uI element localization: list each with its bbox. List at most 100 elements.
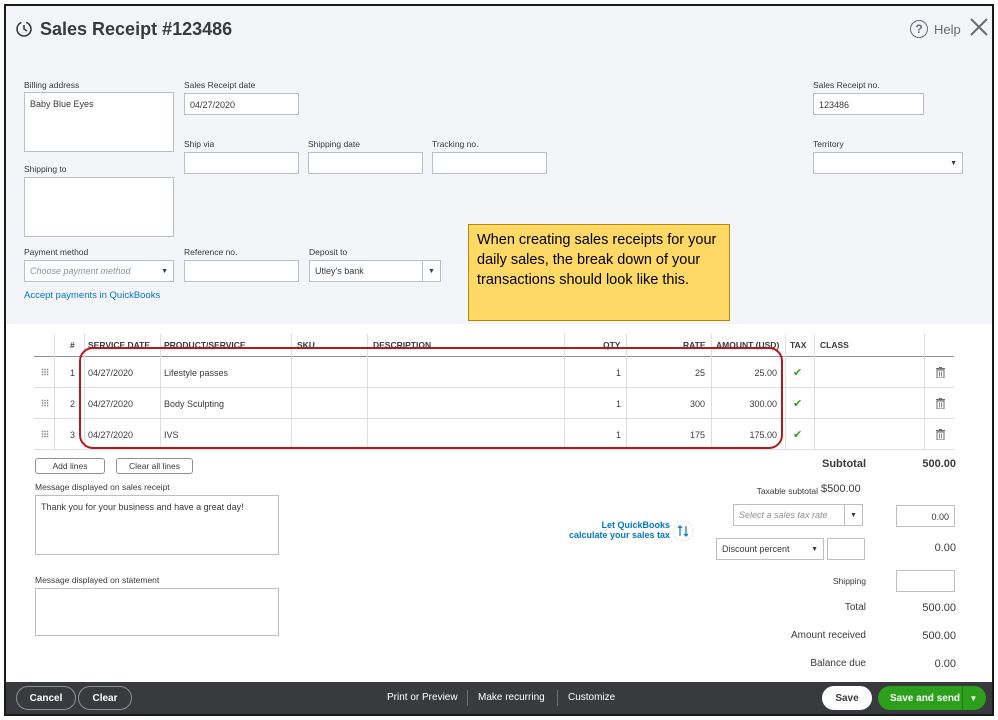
- accept-payments-link[interactable]: Accept payments in QuickBooks: [24, 290, 160, 301]
- total-label: Total: [844, 602, 866, 613]
- chevron-down-icon: ▼: [950, 159, 957, 167]
- ship-via-label: Ship via: [184, 139, 215, 149]
- row-num: 2: [70, 399, 76, 409]
- chevron-down-icon: ▼: [844, 505, 862, 525]
- let-qb-line1: Let QuickBooks: [601, 520, 670, 530]
- payment-method-label: Payment method: [24, 247, 89, 257]
- drag-handle-icon[interactable]: [41, 399, 49, 407]
- row-num: 3: [70, 430, 76, 440]
- trash-icon[interactable]: [936, 367, 945, 378]
- tax-calculate-icon[interactable]: [672, 520, 694, 542]
- footer-separator: [467, 690, 468, 706]
- save-and-send-label: Save and send: [890, 692, 961, 704]
- amount-received-label: Amount received: [790, 630, 866, 641]
- sales-tax-value-input[interactable]: 0.00: [896, 505, 955, 527]
- balance-due-label: Balance due: [810, 658, 866, 669]
- add-lines-button[interactable]: Add lines: [35, 458, 105, 474]
- col-header-tax: TAX: [790, 340, 807, 350]
- subtotal-value: 500.00: [922, 458, 956, 470]
- receipt-message-input[interactable]: Thank you for your business and have a g…: [35, 495, 279, 555]
- check-icon[interactable]: ✔: [793, 428, 802, 441]
- reference-no-input[interactable]: [184, 260, 299, 282]
- reference-no-label: Reference no.: [184, 247, 238, 257]
- payment-method-placeholder: Choose payment method: [30, 266, 131, 276]
- customize-button[interactable]: Customize: [568, 692, 615, 703]
- save-and-send-button[interactable]: Save and send ▼: [878, 686, 986, 710]
- drag-handle-icon[interactable]: [41, 430, 49, 438]
- total-value: 500.00: [922, 602, 956, 614]
- clear-all-lines-button[interactable]: Clear all lines: [116, 458, 193, 474]
- footer-bar: Cancel Clear Print or Preview Make recur…: [6, 682, 992, 714]
- check-icon[interactable]: ✔: [793, 397, 802, 410]
- subtotal-label: Subtotal: [822, 458, 866, 470]
- chevron-down-icon[interactable]: ▼: [962, 686, 984, 710]
- territory-label: Territory: [813, 139, 844, 149]
- sales-receipt-window: Sales Receipt #123486 ? Help Billing add…: [4, 4, 994, 716]
- shipping-to-input[interactable]: [24, 177, 174, 237]
- deposit-to-value: Utley's bank: [315, 266, 364, 276]
- sales-tax-rate-select[interactable]: Select a sales tax rate ▼: [733, 504, 863, 526]
- billing-address-input[interactable]: Baby Blue Eyes: [24, 92, 174, 152]
- tracking-no-input[interactable]: [432, 152, 547, 174]
- shipping-to-label: Shipping to: [24, 164, 67, 174]
- ship-via-input[interactable]: [184, 152, 299, 174]
- row-divider: [34, 449, 954, 450]
- clear-button[interactable]: Clear: [78, 686, 132, 710]
- tracking-no-label: Tracking no.: [432, 139, 479, 149]
- history-icon[interactable]: [14, 19, 34, 39]
- help-label: Help: [934, 21, 961, 37]
- discount-type-value: Discount percent: [722, 544, 790, 554]
- receipt-message-label: Message displayed on sales receipt: [35, 482, 170, 492]
- help-button[interactable]: ? Help: [910, 20, 961, 38]
- col-header-num: #: [70, 340, 75, 350]
- taxable-subtotal-value: $500.00: [821, 483, 861, 495]
- taxable-subtotal-label: Taxable subtotal: [756, 486, 818, 496]
- statement-message-input[interactable]: [35, 588, 279, 636]
- footer-separator: [557, 690, 558, 706]
- discount-value-input[interactable]: [827, 538, 865, 560]
- chevron-down-icon: ▼: [422, 261, 440, 281]
- cancel-button[interactable]: Cancel: [16, 686, 76, 710]
- sales-receipt-no-label: Sales Receipt no.: [813, 80, 880, 90]
- discount-type-select[interactable]: Discount percent ▼: [716, 538, 824, 560]
- close-icon[interactable]: [968, 16, 990, 38]
- line-items-highlight: [79, 347, 783, 449]
- help-icon: ?: [910, 20, 928, 38]
- save-button[interactable]: Save: [822, 686, 872, 710]
- shipping-date-input[interactable]: [308, 152, 423, 174]
- billing-address-label: Billing address: [24, 80, 80, 90]
- annotation-callout: When creating sales receipts for your da…: [468, 224, 730, 321]
- deposit-to-select[interactable]: Utley's bank ▼: [309, 260, 441, 282]
- page-title: Sales Receipt #123486: [40, 19, 233, 39]
- shipping-date-label: Shipping date: [308, 139, 360, 149]
- col-divider: [785, 334, 786, 449]
- trash-icon[interactable]: [936, 398, 945, 409]
- drag-handle-icon[interactable]: [41, 368, 49, 376]
- col-divider: [54, 334, 55, 449]
- amount-received-value: 500.00: [922, 630, 956, 642]
- payment-method-select[interactable]: Choose payment method ▼: [24, 260, 174, 282]
- make-recurring-button[interactable]: Make recurring: [478, 692, 545, 703]
- sales-receipt-date-input[interactable]: 04/27/2020: [184, 93, 299, 115]
- let-qb-line2: calculate your sales tax: [568, 530, 670, 540]
- shipping-input[interactable]: [896, 570, 955, 592]
- row-num: 1: [70, 368, 76, 378]
- col-divider: [924, 334, 925, 449]
- sales-tax-rate-placeholder: Select a sales tax rate: [739, 510, 828, 520]
- discount-amount-value: 0.00: [934, 542, 956, 554]
- sales-receipt-no-input[interactable]: 123486: [813, 93, 924, 115]
- statement-message-label: Message displayed on statement: [35, 575, 160, 585]
- chevron-down-icon: ▼: [161, 267, 168, 275]
- check-icon[interactable]: ✔: [793, 366, 802, 379]
- sales-receipt-date-label: Sales Receipt date: [184, 80, 256, 90]
- trash-icon[interactable]: [936, 429, 945, 440]
- let-quickbooks-calculate-link[interactable]: Let QuickBooks calculate your sales tax: [566, 520, 670, 540]
- col-header-class: CLASS: [820, 340, 849, 350]
- chevron-down-icon: ▼: [811, 545, 818, 553]
- col-divider: [814, 334, 815, 449]
- shipping-label: Shipping: [832, 576, 866, 586]
- territory-select[interactable]: ▼: [813, 152, 963, 174]
- balance-due-value: 0.00: [934, 658, 956, 670]
- print-or-preview-button[interactable]: Print or Preview: [387, 692, 458, 703]
- deposit-to-label: Deposit to: [309, 247, 348, 257]
